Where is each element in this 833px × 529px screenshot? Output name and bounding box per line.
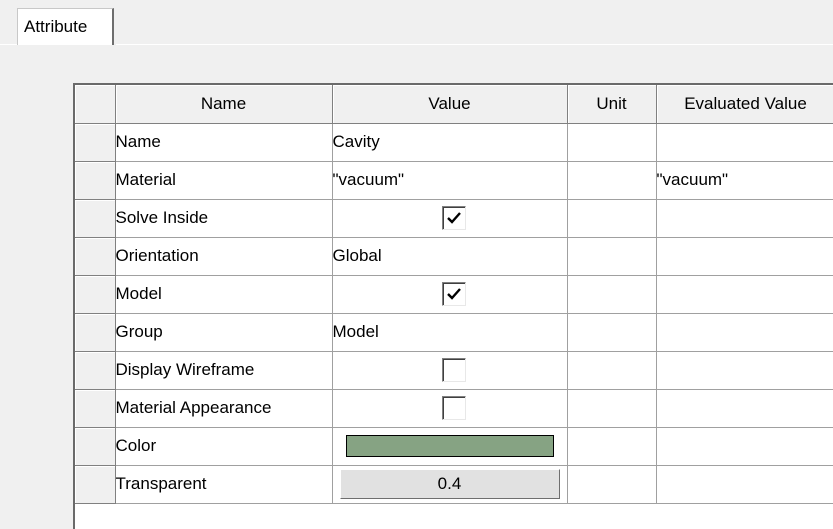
row-header[interactable] <box>75 465 116 504</box>
property-value-cell[interactable]: Global <box>332 237 568 276</box>
property-value-cell[interactable] <box>332 427 568 466</box>
checkmark-icon <box>446 212 461 224</box>
property-unit-cell[interactable] <box>567 351 657 390</box>
table-row[interactable]: Model <box>75 275 833 314</box>
property-value-cell[interactable] <box>332 275 568 314</box>
table-row[interactable]: Name Cavity <box>75 123 833 162</box>
column-header-name[interactable]: Name <box>115 85 333 124</box>
transparency-button[interactable]: 0.4 <box>339 469 560 499</box>
value-checkbox[interactable] <box>441 358 466 382</box>
property-evaluated-cell: "vacuum" <box>656 161 833 200</box>
property-name-cell[interactable]: Display Wireframe <box>115 351 333 390</box>
property-value-cell[interactable]: "vacuum" <box>332 161 568 200</box>
properties-window: Attribute Name Value Unit Evaluated Valu… <box>0 0 833 529</box>
property-evaluated-cell <box>656 389 833 428</box>
header-row: Name Value Unit Evaluated Value <box>75 85 833 124</box>
property-name-cell[interactable]: Material <box>115 161 333 200</box>
property-name-cell[interactable]: Orientation <box>115 237 333 276</box>
property-name-cell[interactable]: Color <box>115 427 333 466</box>
column-header-evaluated-value[interactable]: Evaluated Value <box>656 85 833 124</box>
property-value-cell[interactable]: Model <box>332 313 568 352</box>
property-unit-cell[interactable] <box>567 161 657 200</box>
color-swatch[interactable] <box>345 435 554 457</box>
table-row[interactable]: Solve Inside <box>75 199 833 238</box>
column-header-unit[interactable]: Unit <box>567 85 657 124</box>
property-unit-cell[interactable] <box>567 465 657 504</box>
property-evaluated-cell <box>656 123 833 162</box>
row-header[interactable] <box>75 237 116 276</box>
property-evaluated-cell <box>656 199 833 238</box>
table-row[interactable]: Material Appearance <box>75 389 833 428</box>
property-evaluated-cell <box>656 465 833 504</box>
property-unit-cell[interactable] <box>567 313 657 352</box>
property-name-cell[interactable]: Solve Inside <box>115 199 333 238</box>
property-unit-cell[interactable] <box>567 427 657 466</box>
table-row[interactable]: Display Wireframe <box>75 351 833 390</box>
row-header[interactable] <box>75 199 116 238</box>
property-evaluated-cell <box>656 237 833 276</box>
property-value-cell[interactable]: 0.4 <box>332 465 568 504</box>
property-name-cell[interactable]: Model <box>115 275 333 314</box>
property-table: Name Value Unit Evaluated Value Name Cavi… <box>75 85 833 504</box>
table-row[interactable]: Transparent 0.4 <box>75 465 833 504</box>
value-checkbox[interactable] <box>441 282 466 306</box>
row-header[interactable] <box>75 123 116 162</box>
property-evaluated-cell <box>656 351 833 390</box>
property-value-cell[interactable] <box>332 199 568 238</box>
property-value-cell[interactable]: Cavity <box>332 123 568 162</box>
property-name-cell[interactable]: Transparent <box>115 465 333 504</box>
property-value-cell[interactable] <box>332 351 568 390</box>
property-unit-cell[interactable] <box>567 237 657 276</box>
property-name-cell[interactable]: Name <box>115 123 333 162</box>
row-header[interactable] <box>75 427 116 466</box>
table-row[interactable]: Material "vacuum" "vacuum" <box>75 161 833 200</box>
row-header[interactable] <box>75 351 116 390</box>
tab-attribute[interactable]: Attribute <box>17 8 114 45</box>
property-name-cell[interactable]: Group <box>115 313 333 352</box>
column-header-value[interactable]: Value <box>332 85 568 124</box>
property-unit-cell[interactable] <box>567 275 657 314</box>
row-header[interactable] <box>75 313 116 352</box>
property-unit-cell[interactable] <box>567 199 657 238</box>
table-row[interactable]: Color <box>75 427 833 466</box>
table-row[interactable]: Orientation Global <box>75 237 833 276</box>
tab-strip: Attribute <box>0 0 833 45</box>
tab-attribute-label: Attribute <box>24 17 88 36</box>
property-evaluated-cell <box>656 275 833 314</box>
property-evaluated-cell <box>656 427 833 466</box>
property-grid: Name Value Unit Evaluated Value Name Cavi… <box>73 83 833 529</box>
property-value-cell[interactable] <box>332 389 568 428</box>
row-header[interactable] <box>75 161 116 200</box>
corner-header[interactable] <box>75 85 116 124</box>
value-checkbox[interactable] <box>441 396 466 420</box>
property-name-cell[interactable]: Material Appearance <box>115 389 333 428</box>
row-header[interactable] <box>75 275 116 314</box>
property-unit-cell[interactable] <box>567 123 657 162</box>
value-checkbox[interactable] <box>441 206 466 230</box>
property-unit-cell[interactable] <box>567 389 657 428</box>
checkmark-icon <box>446 288 461 300</box>
property-evaluated-cell <box>656 313 833 352</box>
table-row[interactable]: Group Model <box>75 313 833 352</box>
row-header[interactable] <box>75 389 116 428</box>
